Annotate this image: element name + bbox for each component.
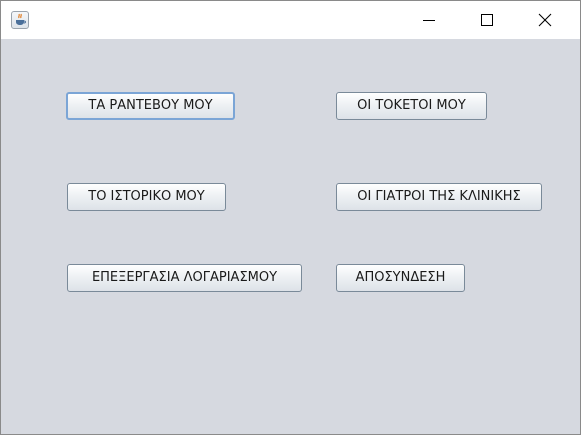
close-button[interactable] [516, 1, 574, 39]
title-bar[interactable] [1, 1, 580, 39]
my-history-button[interactable]: ΤΟ ΙΣΤΟΡΙΚΟ ΜΟΥ [67, 183, 226, 211]
maximize-icon [481, 14, 493, 26]
account-editing-button[interactable]: ΕΠΕΞΕΡΓΑΣΙΑ ΛΟΓΑΡΙΑΣΜΟΥ [67, 264, 302, 292]
java-coffee-cup-icon[interactable] [11, 11, 29, 29]
minimize-icon [423, 20, 435, 21]
close-icon [538, 13, 552, 27]
clinic-doctors-button[interactable]: ΟΙ ΓΙΑΤΡΟΙ ΤΗΣ ΚΛΙΝΙΚΗΣ [336, 183, 542, 211]
content-panel: ΤΑ ΡΑΝΤΕΒΟΥ ΜΟΥ ΟΙ ΤΟΚΕΤΟΙ ΜΟΥ ΤΟ ΙΣΤΟΡΙ… [1, 39, 580, 434]
my-births-button[interactable]: ΟΙ ΤΟΚΕΤΟΙ ΜΟΥ [336, 92, 487, 120]
maximize-button[interactable] [458, 1, 516, 39]
my-appointments-button[interactable]: ΤΑ ΡΑΝΤΕΒΟΥ ΜΟΥ [66, 92, 235, 120]
logout-button[interactable]: ΑΠΟΣΥΝΔΕΣΗ [336, 264, 465, 292]
app-window: ΤΑ ΡΑΝΤΕΒΟΥ ΜΟΥ ΟΙ ΤΟΚΕΤΟΙ ΜΟΥ ΤΟ ΙΣΤΟΡΙ… [0, 0, 581, 435]
minimize-button[interactable] [400, 1, 458, 39]
